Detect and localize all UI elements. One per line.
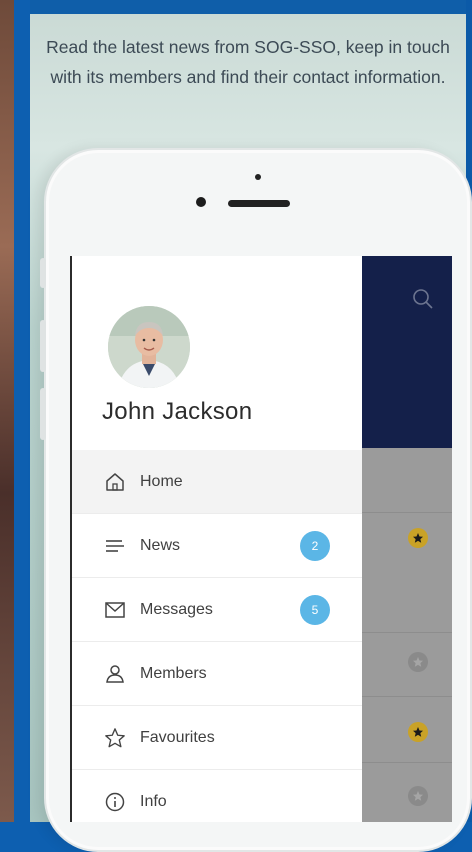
favourite-star-icon[interactable] xyxy=(408,722,428,742)
list-divider xyxy=(362,696,452,697)
promo-tagline: Read the latest news from SOG-SSO, keep … xyxy=(46,37,450,87)
menu-label: Info xyxy=(140,792,167,810)
menu-item-info[interactable]: Info xyxy=(72,770,362,822)
favourite-star-icon[interactable] xyxy=(408,786,428,806)
navigation-drawer: John Jackson Home News 2 Messages 5 Memb… xyxy=(72,256,362,822)
menu-item-messages[interactable]: Messages 5 xyxy=(72,578,362,642)
search-icon[interactable] xyxy=(412,288,434,310)
messages-count-badge: 5 xyxy=(300,594,330,625)
list-divider xyxy=(362,632,452,633)
info-icon xyxy=(104,791,126,813)
news-count-badge: 2 xyxy=(300,530,330,561)
drawer-profile: John Jackson xyxy=(72,256,362,450)
favourite-star-icon[interactable] xyxy=(408,652,428,672)
envelope-icon xyxy=(104,599,126,621)
list-divider xyxy=(362,762,452,763)
phone-volume-down xyxy=(40,388,46,440)
avatar[interactable] xyxy=(108,306,190,388)
menu-item-members[interactable]: Members xyxy=(72,642,362,706)
background-photo-strip xyxy=(0,0,14,822)
phone-volume-up xyxy=(40,320,46,372)
menu-label: Favourites xyxy=(140,728,215,746)
star-icon xyxy=(104,727,126,749)
drawer-menu: Home News 2 Messages 5 Members Favourite… xyxy=(72,450,362,822)
phone-sensor xyxy=(255,174,261,180)
favourite-star-icon[interactable] xyxy=(408,528,428,548)
panel-top-border xyxy=(30,0,466,14)
phone-screen: John Jackson Home News 2 Messages 5 Memb… xyxy=(70,256,452,822)
person-icon xyxy=(104,663,126,685)
menu-label: News xyxy=(140,536,181,554)
phone-earpiece xyxy=(228,200,290,207)
news-icon xyxy=(104,535,126,557)
list-divider xyxy=(362,512,452,513)
menu-label: Members xyxy=(140,664,207,682)
home-icon xyxy=(104,471,126,493)
menu-label: Messages xyxy=(140,600,213,618)
phone-camera xyxy=(196,197,206,207)
user-name: John Jackson xyxy=(102,398,253,425)
menu-label: Home xyxy=(140,472,183,490)
phone-mute-switch xyxy=(40,258,46,288)
menu-item-favourites[interactable]: Favourites xyxy=(72,706,362,770)
menu-item-news[interactable]: News 2 xyxy=(72,514,362,578)
menu-item-home[interactable]: Home xyxy=(72,450,362,514)
